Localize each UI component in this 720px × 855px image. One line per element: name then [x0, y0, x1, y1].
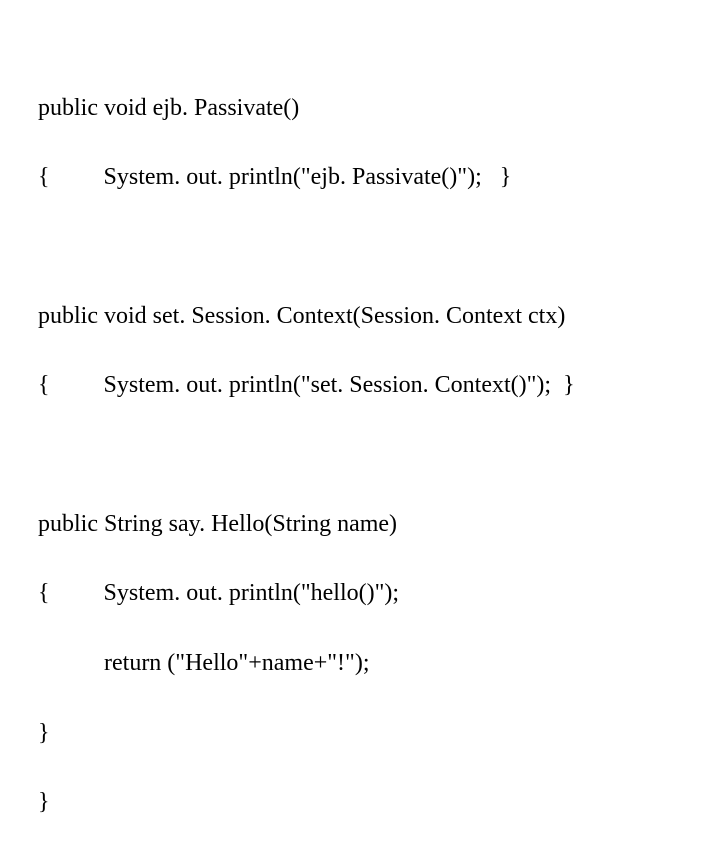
- code-line: public void set. Session. Context(Sessio…: [38, 299, 720, 334]
- blank-line: [38, 438, 720, 472]
- code-block: public void ejb. Passivate() { System. o…: [0, 0, 720, 855]
- code-line: return ("Hello"+name+"!");: [38, 646, 720, 681]
- code-line: { System. out. println("hello()");: [38, 576, 720, 611]
- code-line: public void ejb. Passivate(): [38, 91, 720, 126]
- code-line: }: [38, 716, 720, 751]
- blank-line: [38, 230, 720, 264]
- code-line: { System. out. println("set. Session. Co…: [38, 368, 720, 403]
- code-line: public String say. Hello(String name): [38, 507, 720, 542]
- code-line: { System. out. println("ejb. Passivate()…: [38, 160, 720, 195]
- code-line: }: [38, 785, 720, 820]
